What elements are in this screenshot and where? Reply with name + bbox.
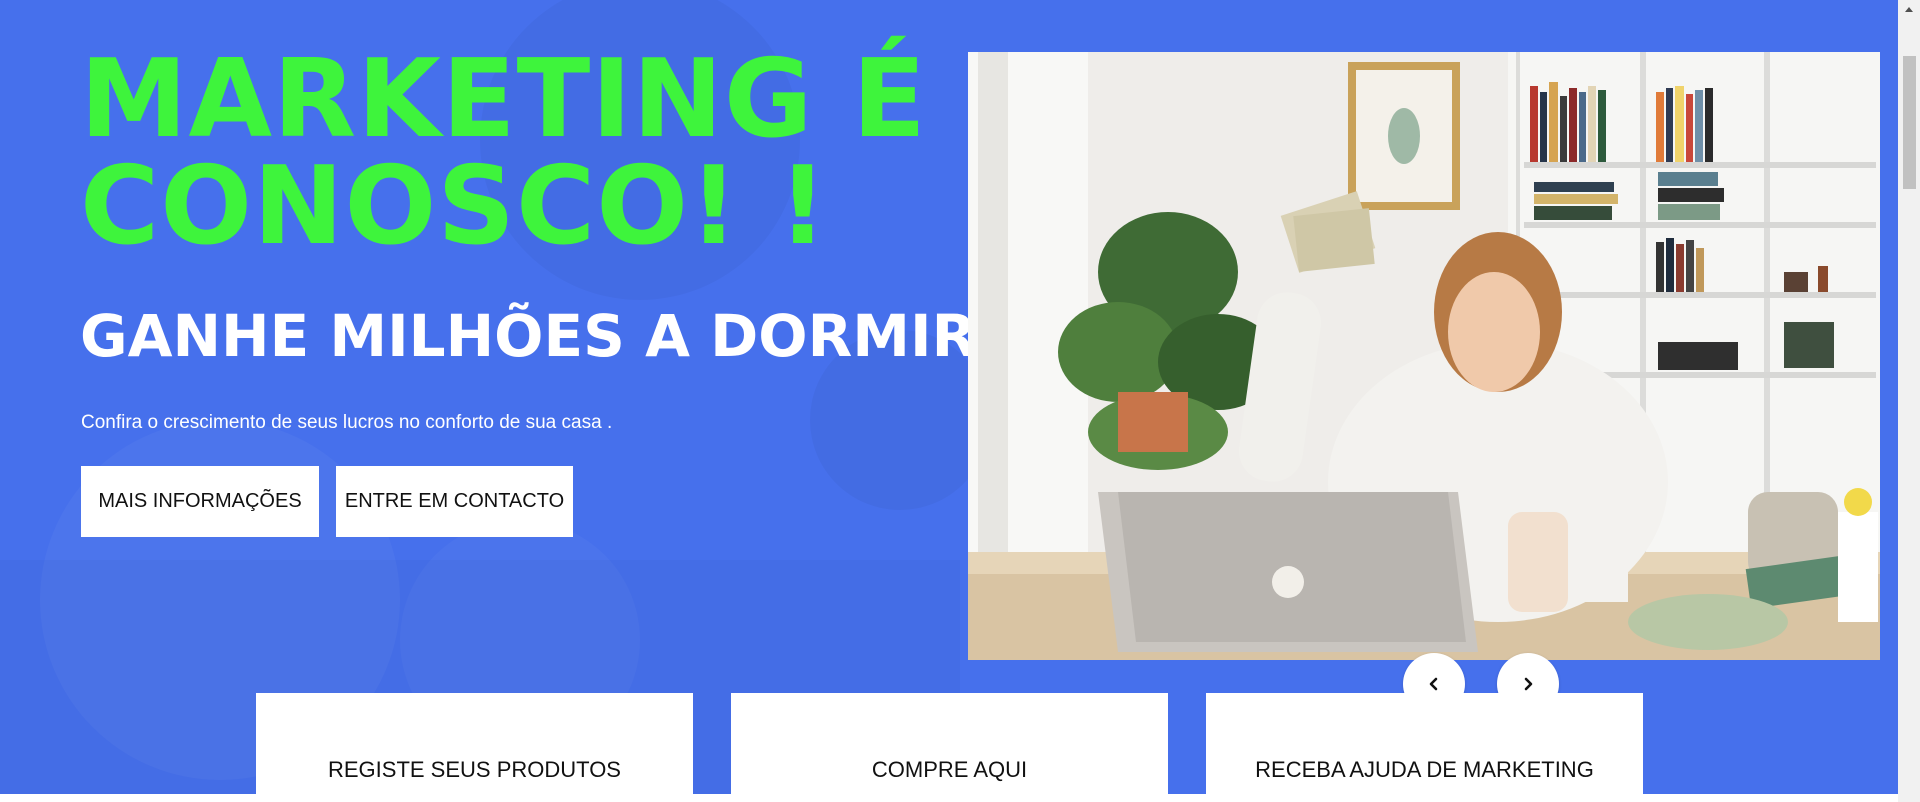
- chevron-left-icon: [1429, 677, 1438, 691]
- hero-section: MARKETING É CONOSCO! ! GANHE MILHÕES A D…: [0, 0, 1898, 794]
- hero-headline: MARKETING É CONOSCO! !: [80, 37, 927, 269]
- feature-card-label: REGISTE SEUS PRODUTOS: [328, 757, 621, 782]
- feature-card-marketing-help[interactable]: RECEBA AJUDA DE MARKETING: [1206, 693, 1643, 802]
- more-info-button[interactable]: MAIS INFORMAÇÕES: [81, 466, 319, 537]
- scroll-up-arrow-icon: [1905, 6, 1913, 12]
- hero-subheadline: GANHE MILHÕES A DORMIR: [80, 302, 977, 370]
- hero-lead-text: Confira o crescimento de seus lucros no …: [81, 412, 613, 433]
- feature-card-buy-here[interactable]: COMPRE AQUI: [731, 693, 1168, 802]
- scroll-up-button[interactable]: [1898, 0, 1920, 17]
- contact-button[interactable]: ENTRE EM CONTACTO: [336, 466, 573, 537]
- page-scrollbar[interactable]: [1898, 0, 1920, 802]
- woman-with-cash-photo: [968, 52, 1880, 660]
- feature-card-register-products[interactable]: REGISTE SEUS PRODUTOS: [256, 693, 693, 802]
- chevron-right-icon: [1524, 677, 1533, 691]
- feature-card-label: COMPRE AQUI: [871, 757, 1028, 782]
- scrollbar-thumb[interactable]: [1903, 56, 1916, 189]
- feature-card-label: RECEBA AJUDA DE MARKETING: [1255, 757, 1594, 782]
- carousel-image: [968, 52, 1880, 660]
